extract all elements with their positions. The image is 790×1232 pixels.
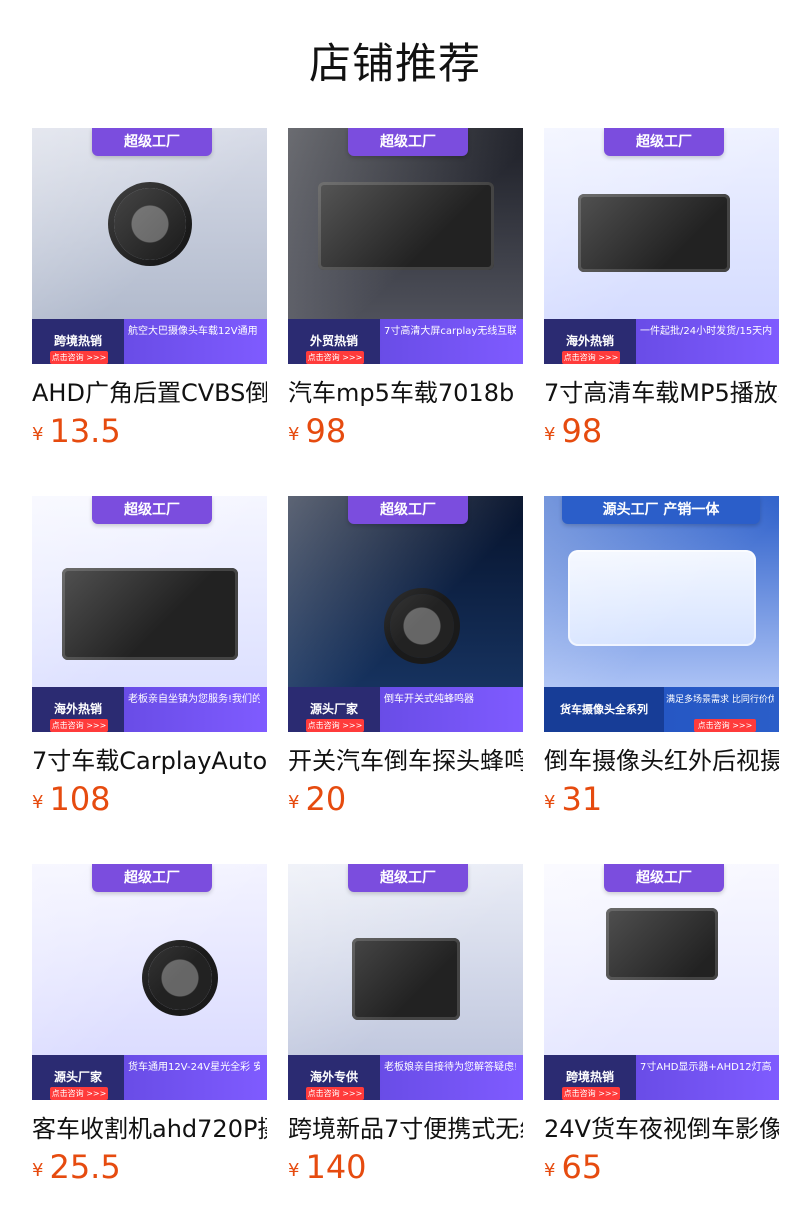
product-card[interactable]: 超级工厂 源头厂家 点击咨询 >>> 货车通用12V-24V星光全彩 安装简易 … bbox=[32, 864, 267, 1204]
currency-symbol: ¥ bbox=[288, 424, 300, 445]
badge: 超级工厂 bbox=[604, 864, 724, 892]
product-name[interactable]: 倒车摄像头红外后视摄像头 bbox=[544, 746, 779, 776]
product-name[interactable]: AHD广角后置CVBS倒车摄像头 bbox=[32, 378, 267, 408]
product-name[interactable]: 24V货车夜视倒车影像 bbox=[544, 1114, 779, 1144]
product-price: ¥ 98 bbox=[288, 412, 523, 450]
badge: 超级工厂 bbox=[604, 128, 724, 156]
product-image[interactable]: 超级工厂 源头厂家 点击咨询 >>> 货车通用12V-24V星光全彩 安装简易 bbox=[32, 864, 267, 1100]
currency-symbol: ¥ bbox=[544, 792, 556, 813]
product-name[interactable]: 客车收割机ahd720P摄像头 bbox=[32, 1114, 267, 1144]
product-price: ¥ 98 bbox=[544, 412, 779, 450]
banner-cta: 点击咨询 >>> bbox=[306, 1087, 364, 1100]
banner-text: 满足多场景需求 比同行价优20% bbox=[666, 695, 774, 705]
banner-cta: 点击咨询 >>> bbox=[562, 351, 620, 364]
product-name[interactable]: 7寸高清车载MP5播放器 bbox=[544, 378, 779, 408]
image-banner: 源头厂家 点击咨询 >>> 倒车开关式纯蜂鸣器 bbox=[288, 687, 523, 732]
product-image[interactable]: 超级工厂 跨境热销 点击咨询 >>> 7寸AHD显示器+AHD12灯高清摄像头 bbox=[544, 864, 779, 1100]
product-image[interactable]: 超级工厂 外贸热销 点击咨询 >>> 7寸高清大屏carplay无线互联车载MP… bbox=[288, 128, 523, 364]
banner-cta: 点击咨询 >>> bbox=[50, 1087, 108, 1100]
banner-text: 老板娘亲自接待为您解答疑虑! bbox=[384, 1062, 516, 1073]
product-name[interactable]: 汽车mp5车载7018b bbox=[288, 378, 523, 408]
price-value: 20 bbox=[305, 780, 347, 818]
image-banner: 海外热销 点击咨询 >>> 一件起批/24小时发货/15天内免费退换 bbox=[544, 319, 779, 364]
product-card[interactable]: 超级工厂 海外热销 点击咨询 >>> 老板亲自坐镇为您服务!我们的产品您放心购买… bbox=[32, 496, 267, 836]
banner-cta: 点击咨询 >>> bbox=[50, 351, 108, 364]
banner-tag: 货车摄像头全系列 bbox=[544, 687, 664, 732]
banner-text: 7寸AHD显示器+AHD12灯高清摄像头 bbox=[640, 1062, 772, 1073]
price-value: 108 bbox=[49, 780, 111, 818]
product-price: ¥ 65 bbox=[544, 1148, 779, 1186]
product-image[interactable]: 超级工厂 海外专供 点击咨询 >>> 老板娘亲自接待为您解答疑虑! bbox=[288, 864, 523, 1100]
price-value: 13.5 bbox=[49, 412, 121, 450]
price-value: 65 bbox=[561, 1148, 603, 1186]
currency-symbol: ¥ bbox=[544, 424, 556, 445]
currency-symbol: ¥ bbox=[544, 1160, 556, 1181]
badge: 超级工厂 bbox=[92, 128, 212, 156]
image-banner: 外贸热销 点击咨询 >>> 7寸高清大屏carplay无线互联车载MP5 bbox=[288, 319, 523, 364]
product-image[interactable]: 超级工厂 海外热销 点击咨询 >>> 一件起批/24小时发货/15天内免费退换 bbox=[544, 128, 779, 364]
image-banner: 海外专供 点击咨询 >>> 老板娘亲自接待为您解答疑虑! bbox=[288, 1055, 523, 1100]
product-price: ¥ 140 bbox=[288, 1148, 523, 1186]
product-image[interactable]: 超级工厂 源头厂家 点击咨询 >>> 倒车开关式纯蜂鸣器 bbox=[288, 496, 523, 732]
product-card[interactable]: 超级工厂 外贸热销 点击咨询 >>> 7寸高清大屏carplay无线互联车载MP… bbox=[288, 128, 523, 468]
currency-symbol: ¥ bbox=[288, 1160, 300, 1181]
banner-text: 老板亲自坐镇为您服务!我们的产品您放心购买 bbox=[128, 694, 260, 705]
product-card[interactable]: 超级工厂 海外热销 点击咨询 >>> 一件起批/24小时发货/15天内免费退换 … bbox=[544, 128, 779, 468]
product-image[interactable]: 超级工厂 海外热销 点击咨询 >>> 老板亲自坐镇为您服务!我们的产品您放心购买 bbox=[32, 496, 267, 732]
image-banner: 跨境热销 点击咨询 >>> 航空大巴摄像头车载12V通用 bbox=[32, 319, 267, 364]
image-banner: 源头厂家 点击咨询 >>> 货车通用12V-24V星光全彩 安装简易 bbox=[32, 1055, 267, 1100]
product-price: ¥ 25.5 bbox=[32, 1148, 267, 1186]
product-name[interactable]: 7寸车载CarplayAuto bbox=[32, 746, 267, 776]
banner-text: 一件起批/24小时发货/15天内免费退换 bbox=[640, 326, 772, 337]
banner-cta: 点击咨询 >>> bbox=[562, 1087, 620, 1100]
banner-text: 货车通用12V-24V星光全彩 安装简易 bbox=[128, 1062, 260, 1073]
product-name[interactable]: 跨境新品7寸便携式无线 bbox=[288, 1114, 523, 1144]
product-image[interactable]: 源头工厂 产销一体 货车摄像头全系列 点击咨询 >>> 满足多场景需求 比同行价… bbox=[544, 496, 779, 732]
product-price: ¥ 108 bbox=[32, 780, 267, 818]
badge: 超级工厂 bbox=[92, 864, 212, 892]
banner-text: 航空大巴摄像头车载12V通用 bbox=[128, 326, 258, 337]
product-grid: 超级工厂 跨境热销 点击咨询 >>> 航空大巴摄像头车载12V通用 AHD广角后… bbox=[32, 128, 779, 1208]
product-price: ¥ 13.5 bbox=[32, 412, 267, 450]
image-banner: 跨境热销 点击咨询 >>> 7寸AHD显示器+AHD12灯高清摄像头 bbox=[544, 1055, 779, 1100]
product-card[interactable]: 源头工厂 产销一体 货车摄像头全系列 点击咨询 >>> 满足多场景需求 比同行价… bbox=[544, 496, 779, 836]
product-image[interactable]: 超级工厂 跨境热销 点击咨询 >>> 航空大巴摄像头车载12V通用 bbox=[32, 128, 267, 364]
store-recommendations-page: { "header": { "title": "店铺推荐" }, "produc… bbox=[0, 0, 790, 1232]
price-value: 25.5 bbox=[49, 1148, 121, 1186]
badge: 超级工厂 bbox=[92, 496, 212, 524]
currency-symbol: ¥ bbox=[32, 1160, 44, 1181]
currency-symbol: ¥ bbox=[32, 792, 44, 813]
banner-cta: 点击咨询 >>> bbox=[50, 719, 108, 732]
price-value: 31 bbox=[561, 780, 603, 818]
product-price: ¥ 31 bbox=[544, 780, 779, 818]
currency-symbol: ¥ bbox=[32, 424, 44, 445]
product-price: ¥ 20 bbox=[288, 780, 523, 818]
banner-cta: 点击咨询 >>> bbox=[694, 719, 756, 732]
price-value: 140 bbox=[305, 1148, 367, 1186]
banner-text: 7寸高清大屏carplay无线互联车载MP5 bbox=[384, 326, 516, 337]
product-name[interactable]: 开关汽车倒车探头蜂鸣器 bbox=[288, 746, 523, 776]
product-card[interactable]: 超级工厂 源头厂家 点击咨询 >>> 倒车开关式纯蜂鸣器 开关汽车倒车探头蜂鸣器… bbox=[288, 496, 523, 836]
badge: 超级工厂 bbox=[348, 128, 468, 156]
banner-cta: 点击咨询 >>> bbox=[306, 719, 364, 732]
page-title: 店铺推荐 bbox=[308, 39, 481, 88]
badge: 超级工厂 bbox=[348, 864, 468, 892]
image-banner: 货车摄像头全系列 点击咨询 >>> 满足多场景需求 比同行价优20% bbox=[544, 687, 779, 732]
price-value: 98 bbox=[561, 412, 603, 450]
image-banner: 海外热销 点击咨询 >>> 老板亲自坐镇为您服务!我们的产品您放心购买 bbox=[32, 687, 267, 732]
product-card[interactable]: 超级工厂 跨境热销 点击咨询 >>> 航空大巴摄像头车载12V通用 AHD广角后… bbox=[32, 128, 267, 468]
banner-text: 倒车开关式纯蜂鸣器 bbox=[384, 694, 474, 705]
product-card[interactable]: 超级工厂 海外专供 点击咨询 >>> 老板娘亲自接待为您解答疑虑! 跨境新品7寸… bbox=[288, 864, 523, 1204]
currency-symbol: ¥ bbox=[288, 792, 300, 813]
banner-cta: 点击咨询 >>> bbox=[306, 351, 364, 364]
badge: 源头工厂 产销一体 bbox=[562, 496, 760, 524]
product-card[interactable]: 超级工厂 跨境热销 点击咨询 >>> 7寸AHD显示器+AHD12灯高清摄像头 … bbox=[544, 864, 779, 1204]
badge: 超级工厂 bbox=[348, 496, 468, 524]
price-value: 98 bbox=[305, 412, 347, 450]
